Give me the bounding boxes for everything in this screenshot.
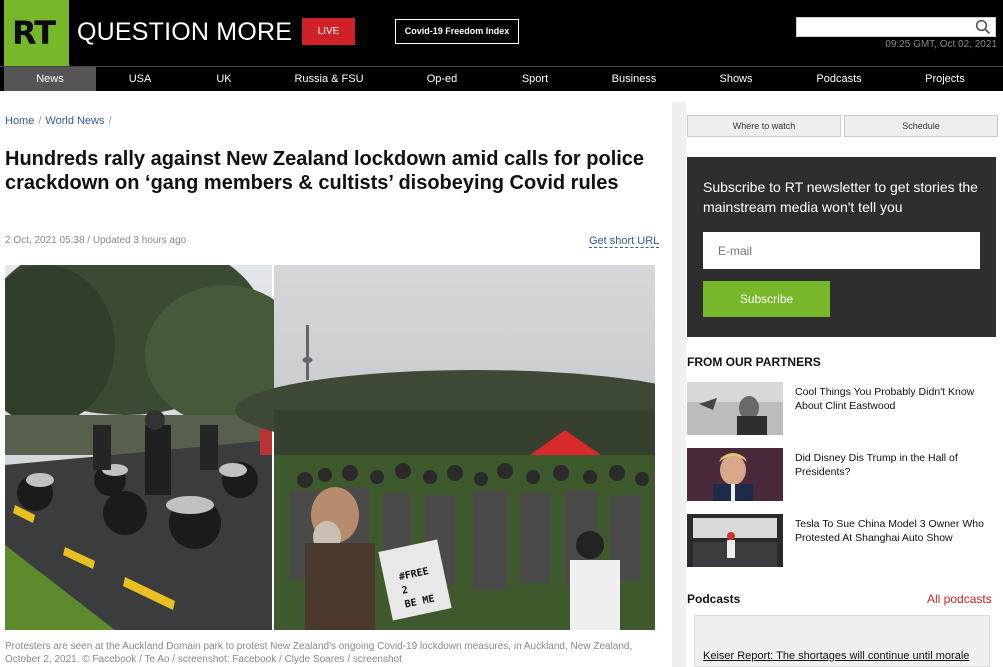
search-icon[interactable] xyxy=(975,19,991,35)
partner-title[interactable]: Tesla To Sue China Model 3 Owner Who Pro… xyxy=(795,517,995,545)
live-button[interactable]: LIVE xyxy=(302,18,355,45)
partner-thumbnail[interactable] xyxy=(687,448,783,501)
datetime: 09:25 GMT, Oct 02, 2021 xyxy=(885,39,997,50)
photo-caption: Protesters are seen at the Auckland Doma… xyxy=(5,641,633,665)
breadcrumb-home[interactable]: Home xyxy=(5,115,34,127)
search-input[interactable] xyxy=(796,17,996,37)
partner-item[interactable]: Did Disney Dis Trump in the Hall of Pres… xyxy=(687,448,997,503)
email-field[interactable] xyxy=(703,232,980,269)
newsletter-box: Subscribe to RT newsletter to get storie… xyxy=(687,157,996,337)
nav-op-ed[interactable]: Op-ed xyxy=(412,67,472,91)
partner-item[interactable]: Tesla To Sue China Model 3 Owner Who Pro… xyxy=(687,514,997,569)
nav-news[interactable]: News xyxy=(4,67,96,91)
logo-text: RT xyxy=(12,14,56,52)
schedule-button[interactable]: Schedule xyxy=(844,115,998,137)
covid-index-button[interactable]: Covid-19 Freedom Index xyxy=(395,19,519,44)
partner-thumbnail[interactable] xyxy=(687,382,783,435)
all-podcasts-link[interactable]: All podcasts xyxy=(927,592,992,606)
nav-business[interactable]: Business xyxy=(602,67,666,91)
breadcrumb: Home / World News / xyxy=(5,115,112,127)
article-meta: 2 Oct, 2021 05:38 / Updated 3 hours ago xyxy=(5,235,187,246)
protest-photo-collage: #FREE 2 BE ME xyxy=(5,265,655,630)
top-header: RT QUESTION MORE LIVE Covid-19 Freedom I… xyxy=(0,0,1003,66)
partner-title[interactable]: Did Disney Dis Trump in the Hall of Pres… xyxy=(795,451,995,479)
nav-sport[interactable]: Sport xyxy=(508,67,562,91)
nav-usa[interactable]: USA xyxy=(112,67,168,91)
partner-title[interactable]: Cool Things You Probably Didn't Know Abo… xyxy=(795,385,995,413)
subscribe-button[interactable]: Subscribe xyxy=(703,281,830,317)
partner-item[interactable]: Cool Things You Probably Didn't Know Abo… xyxy=(687,382,997,437)
breadcrumb-world-news[interactable]: World News xyxy=(45,115,104,127)
podcast-card: Keiser Report: The shortages will contin… xyxy=(694,615,990,667)
nav-podcasts[interactable]: Podcasts xyxy=(806,67,872,91)
nav-shows[interactable]: Shows xyxy=(706,67,766,91)
newsletter-text: Subscribe to RT newsletter to get storie… xyxy=(703,179,978,215)
article-photo: #FREE 2 BE ME xyxy=(5,265,655,630)
nav-projects[interactable]: Projects xyxy=(914,67,976,91)
column-divider xyxy=(672,102,686,667)
nav-russia-fsu[interactable]: Russia & FSU xyxy=(284,67,374,91)
podcasts-heading: Podcasts xyxy=(687,592,741,606)
tagline: QUESTION MORE xyxy=(77,18,293,46)
podcast-item-link[interactable]: Keiser Report: The shortages will contin… xyxy=(703,650,969,662)
nav-uk[interactable]: UK xyxy=(198,67,250,91)
where-to-watch-button[interactable]: Where to watch xyxy=(687,115,841,137)
partners-heading: FROM OUR PARTNERS xyxy=(687,355,821,369)
main-nav: News USA UK Russia & FSU Op-ed Sport Bus… xyxy=(0,66,1003,91)
partner-thumbnail[interactable] xyxy=(687,514,783,567)
article-headline: Hundreds rally against New Zealand lockd… xyxy=(5,148,645,194)
get-short-url-link[interactable]: Get short URL xyxy=(589,235,660,248)
rt-logo[interactable]: RT xyxy=(4,0,69,66)
